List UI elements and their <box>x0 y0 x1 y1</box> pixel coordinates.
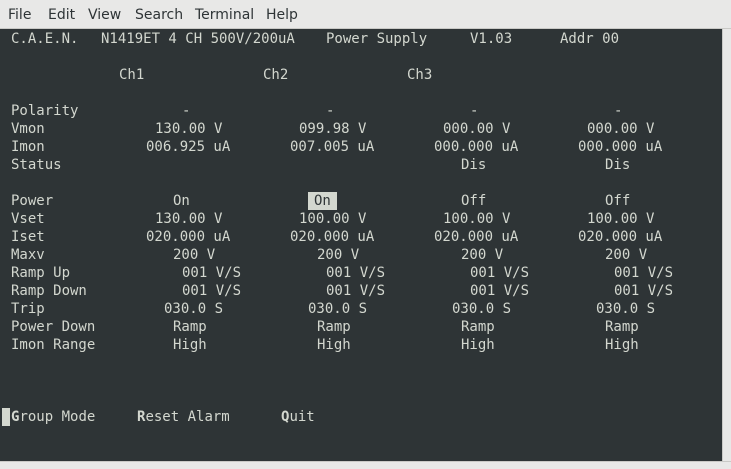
ramp-up-ch4[interactable]: 001 V/S <box>614 264 673 282</box>
power-ch4[interactable]: Off <box>605 192 630 210</box>
vset-label: Vset <box>11 211 45 227</box>
quit-text: uit <box>289 409 315 425</box>
vmon-ch2: 099.98 V <box>299 121 367 137</box>
ramp-up-ch1[interactable]: 001 V/S <box>182 264 241 282</box>
iset-label: Iset <box>11 229 45 245</box>
maxv-ch1[interactable]: 200 V <box>173 246 215 264</box>
window-bottom-edge <box>0 461 731 469</box>
header-product: Power Supply <box>326 31 428 47</box>
polarity-label: Polarity <box>11 103 79 119</box>
vmon-ch3: 000.00 V <box>443 121 511 137</box>
vmon-ch1: 130.00 V <box>155 121 223 137</box>
ramp-down-ch3[interactable]: 001 V/S <box>470 282 529 300</box>
power-down-ch2[interactable]: Ramp <box>317 318 351 336</box>
maxv-ch2[interactable]: 200 V <box>317 246 359 264</box>
power-down-ch4[interactable]: Ramp <box>605 318 639 336</box>
reset-alarm-text: eset Alarm <box>145 409 230 425</box>
iset-ch2[interactable]: 020.000 uA <box>290 228 374 246</box>
trip-label: Trip <box>11 301 45 317</box>
trip-ch2[interactable]: 030.0 S <box>308 300 367 318</box>
polarity-ch3: - <box>470 103 479 119</box>
imon-ch1: 006.925 uA <box>146 139 231 155</box>
power-down-ch1[interactable]: Ramp <box>173 318 207 336</box>
menu-search[interactable]: Search <box>135 6 183 24</box>
power-down-label: Power Down <box>11 319 96 335</box>
imon-range-ch1[interactable]: High <box>173 336 207 354</box>
header-addr: Addr 00 <box>560 31 620 47</box>
terminal-scrollbar[interactable] <box>722 29 731 461</box>
ramp-down-ch1[interactable]: 001 V/S <box>182 282 241 300</box>
imon-ch4: 000.000 uA <box>578 139 663 155</box>
trip-ch1[interactable]: 030.0 S <box>164 300 223 318</box>
menu-terminal[interactable]: Terminal <box>195 6 254 24</box>
polarity-ch4: - <box>614 103 623 119</box>
channel-header-1: Ch1 <box>119 67 145 83</box>
maxv-ch3[interactable]: 200 V <box>461 246 503 264</box>
iset-ch4[interactable]: 020.000 uA <box>578 228 662 246</box>
quit-command[interactable]: Quit <box>281 408 315 426</box>
channel-header-2: Ch2 <box>263 67 289 83</box>
ramp-down-ch2[interactable]: 001 V/S <box>326 282 385 300</box>
imon-ch3: 000.000 uA <box>434 139 519 155</box>
reset-alarm-command[interactable]: Reset Alarm <box>137 408 230 426</box>
header-device: N1419ET 4 CH 500V/200uA <box>101 31 295 47</box>
vmon-ch4: 000.00 V <box>587 121 655 137</box>
polarity-ch1: - <box>182 103 191 119</box>
vset-ch4[interactable]: 100.00 V <box>587 210 654 228</box>
vset-ch2[interactable]: 100.00 V <box>299 210 366 228</box>
ramp-up-ch2[interactable]: 001 V/S <box>326 264 385 282</box>
menu-file[interactable]: File <box>8 6 31 24</box>
imon-range-ch4[interactable]: High <box>605 336 639 354</box>
status-ch3: Dis <box>461 157 487 173</box>
group-mode-command[interactable]: Group Mode <box>11 408 95 426</box>
menu-edit[interactable]: Edit <box>48 6 75 24</box>
power-down-ch3[interactable]: Ramp <box>461 318 495 336</box>
group-mode-text: roup Mode <box>19 409 96 425</box>
power-ch3[interactable]: Off <box>461 192 486 210</box>
ramp-down-ch4[interactable]: 001 V/S <box>614 282 673 300</box>
iset-ch3[interactable]: 020.000 uA <box>434 228 518 246</box>
maxv-label: Maxv <box>11 247 45 263</box>
header-version: V1.03 <box>470 31 513 47</box>
status-ch4: Dis <box>605 157 631 173</box>
imon-range-ch2[interactable]: High <box>317 336 351 354</box>
channel-header-3: Ch3 <box>407 67 433 83</box>
menu-help[interactable]: Help <box>266 6 298 24</box>
maxv-ch4[interactable]: 200 V <box>605 246 647 264</box>
power-label: Power <box>11 193 54 209</box>
vset-ch1[interactable]: 130.00 V <box>155 210 222 228</box>
terminal-screen[interactable]: C.A.E.N. N1419ET 4 CH 500V/200uA Power S… <box>0 29 722 461</box>
imon-label: Imon <box>11 139 45 155</box>
ramp-up-ch3[interactable]: 001 V/S <box>470 264 529 282</box>
menu-view[interactable]: View <box>88 6 121 24</box>
vmon-label: Vmon <box>11 121 45 137</box>
vset-ch3[interactable]: 100.00 V <box>443 210 510 228</box>
imon-range-ch3[interactable]: High <box>461 336 495 354</box>
imon-ch2: 007.005 uA <box>290 139 375 155</box>
imon-range-label: Imon Range <box>11 337 96 353</box>
power-ch2-selected[interactable]: On <box>308 192 337 210</box>
menu-bar: File Edit View Search Terminal Help <box>0 0 731 29</box>
trip-ch4[interactable]: 030.0 S <box>596 300 655 318</box>
power-ch1[interactable]: On <box>173 192 190 210</box>
ramp-down-label: Ramp Down <box>11 283 87 299</box>
ramp-up-label: Ramp Up <box>11 265 71 281</box>
iset-ch1[interactable]: 020.000 uA <box>146 228 230 246</box>
header-model: C.A.E.N. <box>11 31 79 47</box>
polarity-ch2: - <box>326 103 335 119</box>
trip-ch3[interactable]: 030.0 S <box>452 300 511 318</box>
text-cursor <box>2 408 10 426</box>
status-label: Status <box>11 157 62 173</box>
